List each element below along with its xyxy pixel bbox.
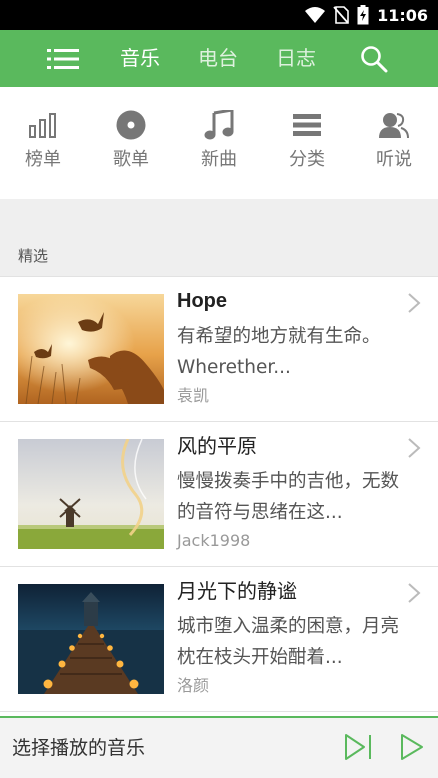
people-icon <box>379 113 409 138</box>
chevron-right-icon <box>408 583 421 603</box>
description-line: 的音符与思绪在这... <box>177 502 343 523</box>
category-talk[interactable]: 听说 <box>359 109 429 171</box>
item-author: Jack1998 <box>177 531 251 550</box>
wifi-icon <box>305 7 326 23</box>
cover-image <box>18 584 164 694</box>
status-time: 11:06 <box>377 5 428 25</box>
app-bar: 音乐 电台 日志 <box>0 30 438 87</box>
skip-next-icon <box>345 734 371 760</box>
item-title: Hope <box>177 290 227 312</box>
featured-list: Hope 有希望的地方就有生命。 Wherether... 袁凯 风的平原 慢慢… <box>0 276 438 716</box>
category-label: 榜单 <box>25 149 61 170</box>
category-genres[interactable]: 分类 <box>272 109 342 171</box>
item-author: 洛颜 <box>177 676 210 695</box>
section-header: 精选 <box>0 199 438 276</box>
status-icons: 11:06 <box>305 4 428 26</box>
next-button[interactable] <box>340 730 376 764</box>
item-title: 风的平原 <box>177 434 257 458</box>
music-note-icon <box>204 110 234 140</box>
section-title: 精选 <box>18 247 49 265</box>
tab-journal[interactable]: 日志 <box>276 43 316 73</box>
category-row: 榜单 歌单 新曲 分类 听说 <box>0 87 438 199</box>
category-playlists[interactable]: 歌单 <box>96 109 166 171</box>
cover-image <box>18 294 164 404</box>
play-icon <box>401 734 423 760</box>
category-label: 听说 <box>376 149 412 170</box>
item-title: 月光下的静谧 <box>177 579 297 603</box>
menu-icon <box>47 49 79 69</box>
category-label: 分类 <box>289 149 325 170</box>
now-playing-text: 选择播放的音乐 <box>12 737 146 759</box>
item-author: 袁凯 <box>177 386 210 405</box>
list-item[interactable]: Hope 有希望的地方就有生命。 Wherether... 袁凯 <box>0 277 438 422</box>
item-description: 城市堕入温柔的困意，月亮 枕在枝头开始酣着... <box>177 611 421 673</box>
menu-button[interactable] <box>44 44 82 74</box>
list-item[interactable]: 月光下的静谧 城市堕入温柔的困意，月亮 枕在枝头开始酣着... 洛颜 <box>0 567 438 712</box>
list-item[interactable]: 风的平原 慢慢拨奏手中的吉他，无数 的音符与思绪在这... Jack1998 <box>0 422 438 567</box>
item-description: 慢慢拨奏手中的吉他，无数 的音符与思绪在这... <box>177 466 421 528</box>
tab-radio[interactable]: 电台 <box>198 43 238 73</box>
list-lines-icon <box>293 114 321 136</box>
player-bar: 选择播放的音乐 <box>0 716 438 778</box>
category-label: 新曲 <box>201 149 237 170</box>
chart-bars-icon <box>29 113 56 138</box>
search-icon <box>361 46 388 73</box>
description-line: 城市堕入温柔的困意，月亮 <box>177 616 400 637</box>
description-line: 慢慢拨奏手中的吉他，无数 <box>177 471 400 492</box>
category-charts[interactable]: 榜单 <box>8 109 78 171</box>
description-line: Wherether... <box>177 357 291 378</box>
no-sim-icon <box>333 6 349 24</box>
tab-music[interactable]: 音乐 <box>120 43 160 73</box>
play-button[interactable] <box>394 730 430 764</box>
status-bar: 11:06 <box>0 0 438 30</box>
chevron-right-icon <box>408 293 421 313</box>
disc-icon <box>116 110 146 140</box>
cover-image <box>18 439 164 549</box>
search-button[interactable] <box>357 42 391 76</box>
description-line: 有希望的地方就有生命。 <box>177 326 381 347</box>
item-description: 有希望的地方就有生命。 Wherether... <box>177 321 421 383</box>
category-label: 歌单 <box>113 149 149 170</box>
category-new-songs[interactable]: 新曲 <box>184 109 254 171</box>
chevron-right-icon <box>408 438 421 458</box>
battery-charging-icon <box>357 5 369 25</box>
description-line: 枕在枝头开始酣着... <box>177 647 343 668</box>
